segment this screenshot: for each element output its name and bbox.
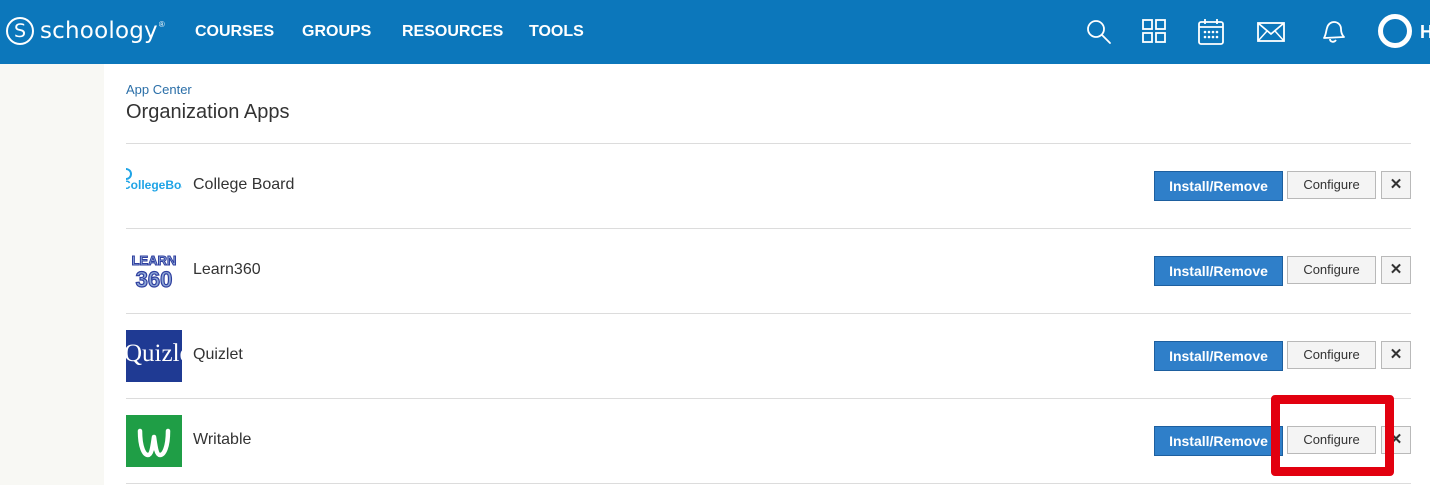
avatar-image xyxy=(1383,19,1407,43)
learn360-logo: LEARN 360 xyxy=(126,245,182,297)
writable-logo xyxy=(126,415,182,467)
schoology-logo-mark: S xyxy=(6,17,34,45)
schoology-logo-text: schoology xyxy=(40,18,158,44)
app-row-writable: Writable Install/Remove Configure ✕ xyxy=(126,398,1411,482)
install-remove-button[interactable]: Install/Remove xyxy=(1154,256,1283,286)
trademark-symbol: ® xyxy=(158,20,165,29)
learn360-logo-bottom: 360 xyxy=(136,267,173,292)
app-row-quizlet: Quizlet Quizlet Install/Remove Configure… xyxy=(126,313,1411,397)
install-remove-button[interactable]: Install/Remove xyxy=(1154,341,1283,371)
divider xyxy=(126,483,1411,484)
configure-button[interactable]: Configure xyxy=(1287,426,1376,454)
college-board-logo: CollegeBoard xyxy=(126,160,182,212)
breadcrumb-app-center[interactable]: App Center xyxy=(126,82,192,97)
configure-button[interactable]: Configure xyxy=(1287,256,1376,284)
college-board-logo-text: CollegeBoard xyxy=(126,178,182,192)
configure-button[interactable]: Configure xyxy=(1287,171,1376,199)
user-avatar[interactable] xyxy=(1378,14,1412,48)
app-row-college-board: CollegeBoard College Board Install/Remov… xyxy=(126,143,1411,227)
app-name: Learn360 xyxy=(193,261,261,278)
quizlet-logo-background: Quizlet xyxy=(126,330,182,382)
quizlet-logo-text: Quizlet xyxy=(126,340,182,367)
remove-app-button[interactable]: ✕ xyxy=(1381,171,1411,199)
notifications-icon[interactable] xyxy=(1318,18,1348,46)
page-title: Organization Apps xyxy=(126,101,290,123)
remove-app-button[interactable]: ✕ xyxy=(1381,256,1411,284)
remove-app-button[interactable]: ✕ xyxy=(1381,426,1411,454)
remove-app-button[interactable]: ✕ xyxy=(1381,341,1411,369)
quizlet-logo: Quizlet xyxy=(126,330,182,382)
app-name: College Board xyxy=(193,176,295,193)
install-remove-button[interactable]: Install/Remove xyxy=(1154,426,1283,456)
apps-grid-icon[interactable] xyxy=(1140,18,1170,46)
app-row-learn360: LEARN 360 Learn360 Install/Remove Config… xyxy=(126,228,1411,312)
install-remove-button[interactable]: Install/Remove xyxy=(1154,171,1283,201)
writable-logo-background xyxy=(126,415,182,467)
search-icon[interactable] xyxy=(1084,18,1114,46)
top-navigation-bar: S schoology ® COURSES GROUPS RESOURCES T… xyxy=(0,0,1430,64)
learn360-logo-top: LEARN xyxy=(132,253,177,268)
nav-resources[interactable]: RESOURCES xyxy=(402,0,503,64)
mail-icon[interactable] xyxy=(1256,18,1286,46)
calendar-icon[interactable] xyxy=(1196,18,1226,46)
nav-groups[interactable]: GROUPS xyxy=(302,0,371,64)
nav-tools[interactable]: TOOLS xyxy=(529,0,584,64)
writable-w-icon xyxy=(137,428,171,458)
nav-courses[interactable]: COURSES xyxy=(195,0,274,64)
user-name-initial[interactable]: H xyxy=(1420,0,1430,64)
left-sidebar xyxy=(0,64,104,485)
learn360-logo-graphic: LEARN 360 xyxy=(131,253,177,293)
app-name: Writable xyxy=(193,431,252,448)
schoology-logo[interactable]: S schoology ® xyxy=(6,16,165,46)
configure-button[interactable]: Configure xyxy=(1287,341,1376,369)
app-name: Quizlet xyxy=(193,346,243,363)
